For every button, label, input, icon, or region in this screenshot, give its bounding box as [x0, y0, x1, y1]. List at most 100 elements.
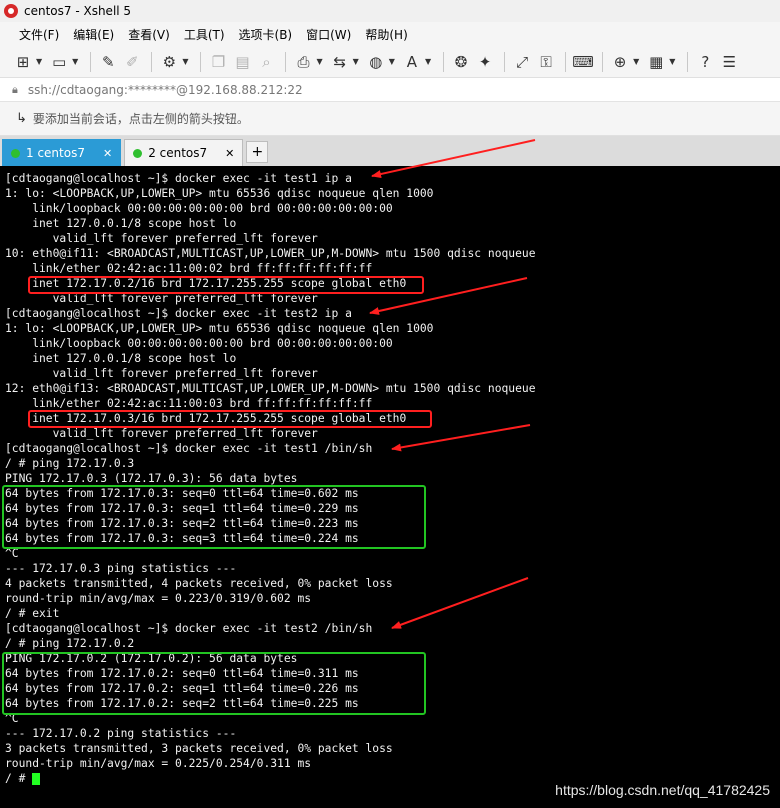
terminal-line: [cdtaogang@localhost ~]$ docker exec -it… [5, 442, 373, 455]
paste-icon[interactable]: ▤ [231, 51, 253, 73]
terminal-line: valid_lft forever preferred_lft forever [5, 292, 318, 305]
chevron-down-icon[interactable]: ▼ [669, 57, 675, 66]
open-folder-icon[interactable]: ▭ [48, 51, 70, 73]
toolbar-divider [200, 51, 202, 72]
toolbar-divider [90, 51, 92, 72]
terminal-line: inet 172.17.0.3/16 brd 172.17.255.255 sc… [5, 412, 407, 425]
address-bar[interactable]: 🔒︎ ssh://cdtaogang:********@192.168.88.2… [0, 78, 780, 102]
terminal-line: 64 bytes from 172.17.0.3: seq=1 ttl=64 t… [5, 502, 359, 515]
toolbar-divider [443, 51, 445, 72]
terminal-line: [cdtaogang@localhost ~]$ docker exec -it… [5, 307, 352, 320]
copy-icon[interactable]: ❐ [207, 51, 229, 73]
toolbar-divider [565, 51, 567, 72]
globe-icon[interactable]: ◍ [365, 51, 387, 73]
terminal-line: / # ping 172.17.0.2 [5, 637, 135, 650]
font-icon[interactable]: A [401, 51, 423, 73]
connected-status-icon [133, 148, 143, 158]
tab-label: 1 centos7 [26, 146, 85, 160]
disconnect-icon[interactable]: ✐ [121, 51, 143, 73]
menu-tools[interactable]: 工具(T) [177, 24, 232, 45]
terminal-line: link/loopback 00:00:00:00:00:00 brd 00:0… [5, 202, 393, 215]
terminal-line: 1: lo: <LOOPBACK,UP,LOWER_UP> mtu 65536 … [5, 187, 434, 200]
terminal-line: 12: eth0@if13: <BROADCAST,MULTICAST,UP,L… [5, 382, 536, 395]
terminal-line: PING 172.17.0.3 (172.17.0.3): 56 data by… [5, 472, 298, 485]
terminal-line: --- 172.17.0.3 ping statistics --- [5, 562, 237, 575]
terminal-line: link/ether 02:42:ac:11:00:02 brd ff:ff:f… [5, 262, 373, 275]
menu-edit[interactable]: 编辑(E) [66, 24, 121, 45]
terminal-line: 10: eth0@if11: <BROADCAST,MULTICAST,UP,L… [5, 247, 536, 260]
menu-file[interactable]: 文件(F) [12, 24, 66, 45]
menu-window[interactable]: 窗口(W) [299, 24, 358, 45]
chevron-down-icon[interactable]: ▼ [72, 57, 78, 66]
terminal-line: inet 127.0.0.1/8 scope host lo [5, 352, 237, 365]
layout-icon[interactable]: ▦ [645, 51, 667, 73]
chevron-down-icon[interactable]: ▼ [389, 57, 395, 66]
terminal-line: ^C [5, 712, 19, 725]
terminal-line: valid_lft forever preferred_lft forever [5, 427, 318, 440]
chevron-down-icon[interactable]: ▼ [353, 57, 359, 66]
terminal-line: inet 172.17.0.2/16 brd 172.17.255.255 sc… [5, 277, 407, 290]
terminal-line: [cdtaogang@localhost ~]$ docker exec -it… [5, 172, 352, 185]
csdn-watermark: https://blog.csdn.net/qq_41782425 [555, 782, 770, 798]
new-session-icon[interactable]: ⊞ [12, 51, 34, 73]
terminal-line: ^C [5, 547, 19, 560]
menu-help[interactable]: 帮助(H) [358, 24, 414, 45]
terminal[interactable]: [cdtaogang@localhost ~]$ docker exec -it… [0, 166, 780, 808]
menu-bar: 文件(F) 编辑(E) 查看(V) 工具(T) 选项卡(B) 窗口(W) 帮助(… [0, 22, 780, 46]
terminal-line: [cdtaogang@localhost ~]$ docker exec -it… [5, 622, 373, 635]
terminal-line: --- 172.17.0.2 ping statistics --- [5, 727, 237, 740]
properties-icon[interactable]: ⚙ [158, 51, 180, 73]
chevron-down-icon[interactable]: ▼ [182, 57, 188, 66]
session-address: ssh://cdtaogang:********@192.168.88.212:… [27, 82, 303, 97]
terminal-line: round-trip min/avg/max = 0.225/0.254/0.3… [5, 757, 312, 770]
window-title: centos7 - Xshell 5 [24, 4, 132, 18]
terminal-line: / # exit [5, 607, 60, 620]
terminal-line: link/loopback 00:00:00:00:00:00 brd 00:0… [5, 337, 393, 350]
keyboard-icon[interactable]: ⌨ [572, 51, 594, 73]
terminal-line: PING 172.17.0.2 (172.17.0.2): 56 data by… [5, 652, 298, 665]
close-icon[interactable]: ✕ [103, 147, 112, 160]
lock-icon: 🔒︎ [12, 82, 18, 96]
transfer-icon[interactable]: ⇆ [329, 51, 351, 73]
toolbar-divider [504, 51, 506, 72]
terminal-line: round-trip min/avg/max = 0.223/0.319/0.6… [5, 592, 312, 605]
terminal-line: 64 bytes from 172.17.0.3: seq=2 ttl=64 t… [5, 517, 359, 530]
tab-bar: 1 centos7 ✕ 2 centos7 ✕ + [0, 136, 780, 166]
add-session-arrow-icon[interactable]: ↳ [16, 111, 27, 126]
connect-icon[interactable]: ✎ [97, 51, 119, 73]
terminal-line: valid_lft forever preferred_lft forever [5, 232, 318, 245]
terminal-line: / # ping 172.17.0.3 [5, 457, 135, 470]
lock-icon[interactable]: ⚿ [535, 51, 557, 73]
chevron-down-icon[interactable]: ▼ [425, 57, 431, 66]
chevron-down-icon[interactable]: ▼ [316, 57, 322, 66]
tab-label: 2 centos7 [148, 146, 208, 160]
toolbar-divider [687, 51, 689, 72]
script-icon[interactable]: ✦ [474, 51, 496, 73]
terminal-line: 4 packets transmitted, 4 packets receive… [5, 577, 393, 590]
terminal-prompt: / # [5, 772, 33, 785]
chat-icon[interactable]: ☰ [718, 51, 740, 73]
print-icon[interactable]: ⎙ [292, 51, 314, 73]
add-tab-button[interactable]: + [246, 141, 269, 163]
terminal-line: 64 bytes from 172.17.0.3: seq=0 ttl=64 t… [5, 487, 359, 500]
toolbar: ⊞ ▼ ▭ ▼ ✎ ✐ ⚙ ▼ ❐ ▤ ⌕ ⎙ ▼ ⇆ ▼ ◍ ▼ A ▼ ❂ … [0, 46, 780, 78]
session-hint-bar: ↳ 要添加当前会话，点击左侧的箭头按钮。 [0, 102, 780, 136]
xftp-icon[interactable]: ❂ [450, 51, 472, 73]
tab-centos7-1[interactable]: 1 centos7 ✕ [2, 139, 122, 166]
toolbar-divider [602, 51, 604, 72]
new-tab-icon[interactable]: ⊕ [609, 51, 631, 73]
terminal-line: link/ether 02:42:ac:11:00:03 brd ff:ff:f… [5, 397, 373, 410]
close-icon[interactable]: ✕ [225, 147, 234, 160]
toolbar-divider [151, 51, 153, 72]
fullscreen-icon[interactable]: ⤢ [511, 51, 533, 73]
menu-view[interactable]: 查看(V) [121, 24, 177, 45]
title-bar: centos7 - Xshell 5 [0, 0, 780, 22]
chevron-down-icon[interactable]: ▼ [36, 57, 42, 66]
menu-tabs[interactable]: 选项卡(B) [232, 24, 300, 45]
find-icon[interactable]: ⌕ [255, 51, 277, 73]
connected-status-icon [11, 148, 20, 158]
terminal-line: 3 packets transmitted, 3 packets receive… [5, 742, 393, 755]
tab-centos7-2[interactable]: 2 centos7 ✕ [124, 139, 244, 166]
help-icon[interactable]: ? [694, 51, 716, 73]
chevron-down-icon[interactable]: ▼ [633, 57, 639, 66]
